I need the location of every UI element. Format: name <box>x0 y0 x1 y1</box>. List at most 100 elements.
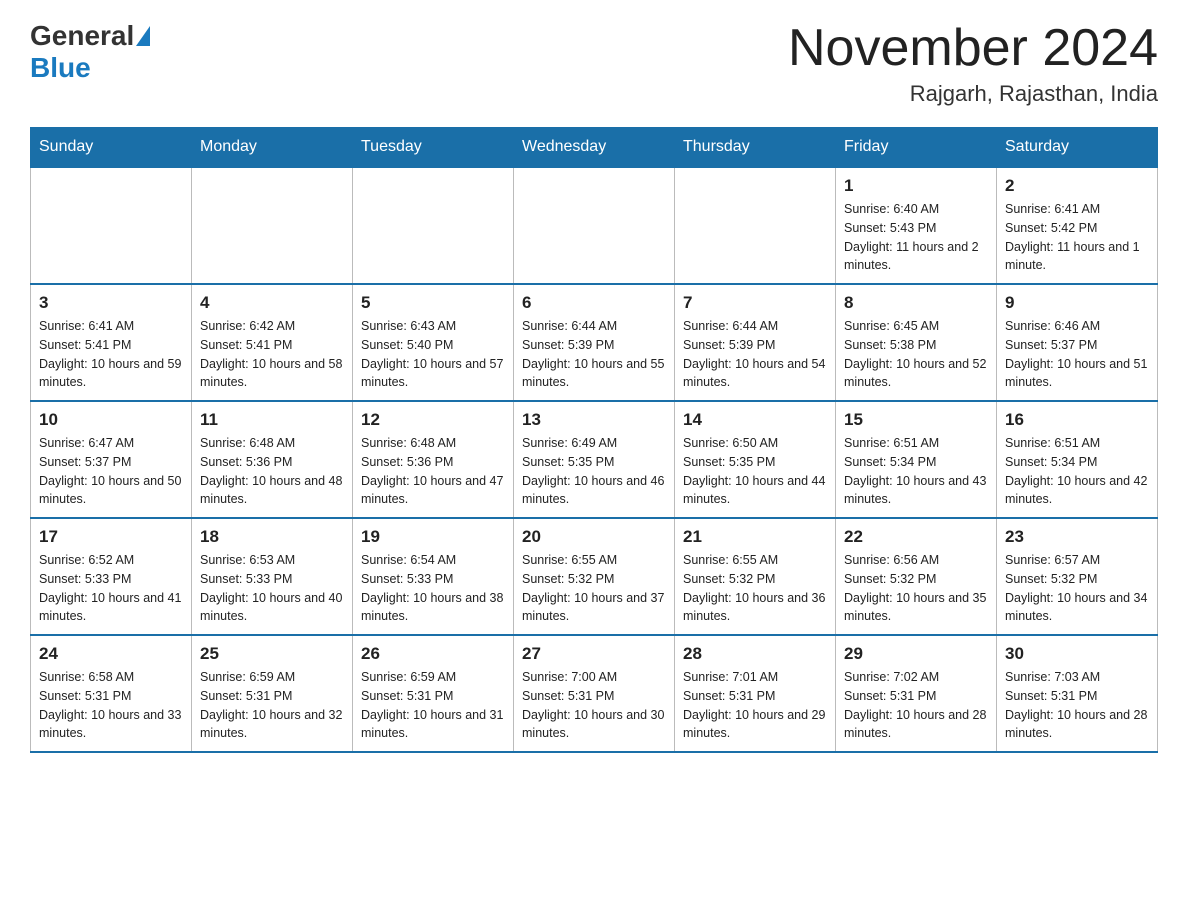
day-info: Sunrise: 6:50 AMSunset: 5:35 PMDaylight:… <box>683 434 827 509</box>
weekday-header-monday: Monday <box>192 128 353 168</box>
calendar-cell: 23Sunrise: 6:57 AMSunset: 5:32 PMDayligh… <box>997 518 1158 635</box>
week-row-5: 24 Sunrise: 6:58 AMSunset: 5:31 PMDayligh… <box>31 635 1158 752</box>
day-info: Sunrise: 6:45 AMSunset: 5:38 PMDaylight:… <box>844 317 988 392</box>
calendar-cell: 9 Sunrise: 6:46 AMSunset: 5:37 PMDaylight… <box>997 284 1158 401</box>
day-info: Sunrise: 6:58 AMSunset: 5:31 PMDaylight:… <box>39 668 183 743</box>
week-row-3: 10Sunrise: 6:47 AMSunset: 5:37 PMDayligh… <box>31 401 1158 518</box>
calendar-cell: 5 Sunrise: 6:43 AMSunset: 5:40 PMDaylight… <box>353 284 514 401</box>
calendar-cell <box>353 167 514 284</box>
calendar-cell: 20 Sunrise: 6:55 AMSunset: 5:32 PMDayligh… <box>514 518 675 635</box>
day-number: 1 <box>844 176 988 196</box>
page-header: General Blue November 2024 Rajgarh, Raja… <box>30 20 1158 107</box>
day-number: 15 <box>844 410 988 430</box>
day-number: 14 <box>683 410 827 430</box>
calendar-cell: 21 Sunrise: 6:55 AMSunset: 5:32 PMDayligh… <box>675 518 836 635</box>
calendar-cell: 19 Sunrise: 6:54 AMSunset: 5:33 PMDayligh… <box>353 518 514 635</box>
calendar-table: SundayMondayTuesdayWednesdayThursdayFrid… <box>30 127 1158 753</box>
calendar-cell: 1Sunrise: 6:40 AMSunset: 5:43 PMDaylight… <box>836 167 997 284</box>
day-info: Sunrise: 6:54 AMSunset: 5:33 PMDaylight:… <box>361 551 505 626</box>
day-number: 4 <box>200 293 344 313</box>
day-info: Sunrise: 6:55 AMSunset: 5:32 PMDaylight:… <box>683 551 827 626</box>
day-number: 28 <box>683 644 827 664</box>
calendar-cell <box>675 167 836 284</box>
weekday-header-sunday: Sunday <box>31 128 192 168</box>
day-number: 21 <box>683 527 827 547</box>
day-number: 2 <box>1005 176 1149 196</box>
calendar-cell: 18Sunrise: 6:53 AMSunset: 5:33 PMDayligh… <box>192 518 353 635</box>
day-number: 30 <box>1005 644 1149 664</box>
day-info: Sunrise: 6:46 AMSunset: 5:37 PMDaylight:… <box>1005 317 1149 392</box>
calendar-cell <box>192 167 353 284</box>
logo-general-text: General <box>30 20 134 52</box>
calendar-cell <box>31 167 192 284</box>
day-info: Sunrise: 6:48 AMSunset: 5:36 PMDaylight:… <box>200 434 344 509</box>
calendar-cell: 3 Sunrise: 6:41 AMSunset: 5:41 PMDaylight… <box>31 284 192 401</box>
month-title: November 2024 <box>788 20 1158 77</box>
calendar-cell <box>514 167 675 284</box>
calendar-cell: 7 Sunrise: 6:44 AMSunset: 5:39 PMDaylight… <box>675 284 836 401</box>
logo-blue-text: Blue <box>30 52 91 84</box>
calendar-cell: 17Sunrise: 6:52 AMSunset: 5:33 PMDayligh… <box>31 518 192 635</box>
day-info: Sunrise: 6:55 AMSunset: 5:32 PMDaylight:… <box>522 551 666 626</box>
calendar-cell: 28 Sunrise: 7:01 AMSunset: 5:31 PMDayligh… <box>675 635 836 752</box>
calendar-cell: 8Sunrise: 6:45 AMSunset: 5:38 PMDaylight… <box>836 284 997 401</box>
weekday-header-friday: Friday <box>836 128 997 168</box>
day-number: 24 <box>39 644 183 664</box>
day-number: 26 <box>361 644 505 664</box>
day-number: 12 <box>361 410 505 430</box>
day-number: 3 <box>39 293 183 313</box>
day-info: Sunrise: 6:43 AMSunset: 5:40 PMDaylight:… <box>361 317 505 392</box>
location: Rajgarh, Rajasthan, India <box>788 81 1158 107</box>
day-info: Sunrise: 6:47 AMSunset: 5:37 PMDaylight:… <box>39 434 183 509</box>
day-info: Sunrise: 7:02 AMSunset: 5:31 PMDaylight:… <box>844 668 988 743</box>
day-number: 6 <box>522 293 666 313</box>
day-info: Sunrise: 7:01 AMSunset: 5:31 PMDaylight:… <box>683 668 827 743</box>
day-number: 13 <box>522 410 666 430</box>
day-info: Sunrise: 6:53 AMSunset: 5:33 PMDaylight:… <box>200 551 344 626</box>
day-info: Sunrise: 6:56 AMSunset: 5:32 PMDaylight:… <box>844 551 988 626</box>
day-number: 7 <box>683 293 827 313</box>
calendar-cell: 4 Sunrise: 6:42 AMSunset: 5:41 PMDaylight… <box>192 284 353 401</box>
day-info: Sunrise: 6:51 AMSunset: 5:34 PMDaylight:… <box>844 434 988 509</box>
week-row-1: 1Sunrise: 6:40 AMSunset: 5:43 PMDaylight… <box>31 167 1158 284</box>
calendar-cell: 10Sunrise: 6:47 AMSunset: 5:37 PMDayligh… <box>31 401 192 518</box>
day-number: 5 <box>361 293 505 313</box>
calendar-cell: 14 Sunrise: 6:50 AMSunset: 5:35 PMDayligh… <box>675 401 836 518</box>
logo: General Blue <box>30 20 152 84</box>
calendar-cell: 29 Sunrise: 7:02 AMSunset: 5:31 PMDayligh… <box>836 635 997 752</box>
weekday-header-thursday: Thursday <box>675 128 836 168</box>
week-row-4: 17Sunrise: 6:52 AMSunset: 5:33 PMDayligh… <box>31 518 1158 635</box>
calendar-cell: 12 Sunrise: 6:48 AMSunset: 5:36 PMDayligh… <box>353 401 514 518</box>
day-info: Sunrise: 6:51 AMSunset: 5:34 PMDaylight:… <box>1005 434 1149 509</box>
day-number: 29 <box>844 644 988 664</box>
calendar-cell: 26 Sunrise: 6:59 AMSunset: 5:31 PMDayligh… <box>353 635 514 752</box>
day-number: 20 <box>522 527 666 547</box>
day-info: Sunrise: 6:44 AMSunset: 5:39 PMDaylight:… <box>683 317 827 392</box>
day-number: 9 <box>1005 293 1149 313</box>
day-info: Sunrise: 6:42 AMSunset: 5:41 PMDaylight:… <box>200 317 344 392</box>
calendar-cell: 2Sunrise: 6:41 AMSunset: 5:42 PMDaylight… <box>997 167 1158 284</box>
weekday-header-row: SundayMondayTuesdayWednesdayThursdayFrid… <box>31 128 1158 168</box>
calendar-cell: 30Sunrise: 7:03 AMSunset: 5:31 PMDayligh… <box>997 635 1158 752</box>
day-info: Sunrise: 6:59 AMSunset: 5:31 PMDaylight:… <box>361 668 505 743</box>
week-row-2: 3 Sunrise: 6:41 AMSunset: 5:41 PMDaylight… <box>31 284 1158 401</box>
day-info: Sunrise: 6:44 AMSunset: 5:39 PMDaylight:… <box>522 317 666 392</box>
weekday-header-saturday: Saturday <box>997 128 1158 168</box>
calendar-cell: 24 Sunrise: 6:58 AMSunset: 5:31 PMDayligh… <box>31 635 192 752</box>
calendar-cell: 15 Sunrise: 6:51 AMSunset: 5:34 PMDayligh… <box>836 401 997 518</box>
logo-triangle-icon <box>136 26 150 46</box>
calendar-cell: 16Sunrise: 6:51 AMSunset: 5:34 PMDayligh… <box>997 401 1158 518</box>
calendar-cell: 6 Sunrise: 6:44 AMSunset: 5:39 PMDaylight… <box>514 284 675 401</box>
day-info: Sunrise: 7:00 AMSunset: 5:31 PMDaylight:… <box>522 668 666 743</box>
calendar-cell: 11 Sunrise: 6:48 AMSunset: 5:36 PMDayligh… <box>192 401 353 518</box>
day-number: 11 <box>200 410 344 430</box>
calendar-cell: 27 Sunrise: 7:00 AMSunset: 5:31 PMDayligh… <box>514 635 675 752</box>
day-info: Sunrise: 6:49 AMSunset: 5:35 PMDaylight:… <box>522 434 666 509</box>
day-number: 27 <box>522 644 666 664</box>
calendar-cell: 22Sunrise: 6:56 AMSunset: 5:32 PMDayligh… <box>836 518 997 635</box>
weekday-header-wednesday: Wednesday <box>514 128 675 168</box>
day-info: Sunrise: 6:41 AMSunset: 5:41 PMDaylight:… <box>39 317 183 392</box>
day-number: 19 <box>361 527 505 547</box>
day-number: 17 <box>39 527 183 547</box>
day-info: Sunrise: 6:48 AMSunset: 5:36 PMDaylight:… <box>361 434 505 509</box>
